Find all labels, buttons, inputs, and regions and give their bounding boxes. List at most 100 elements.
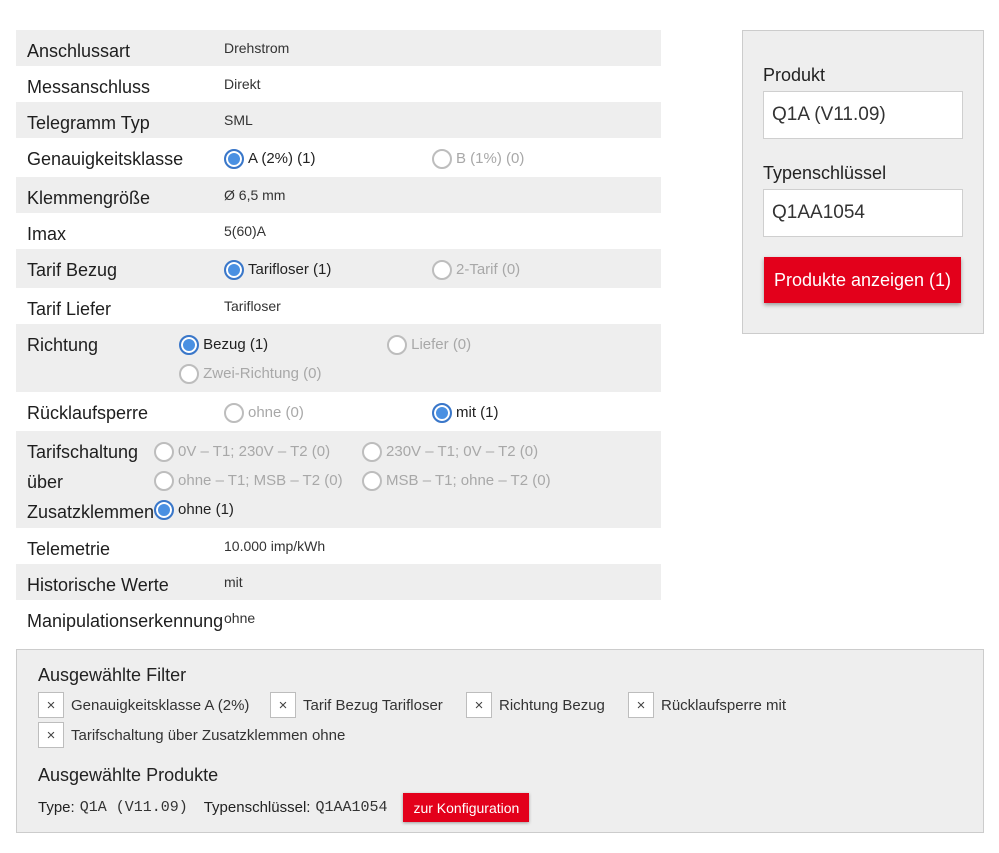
property-value: ohne (224, 610, 256, 626)
radio-checked-icon[interactable] (432, 402, 452, 423)
radio-option-label: Bezug (1) (203, 336, 269, 353)
radio-option-label: A (2%) (1) (248, 150, 316, 167)
close-icon[interactable]: × (38, 692, 64, 718)
radio-option-label: mit (1) (456, 404, 499, 421)
radio-option: 230V – T1; 0V – T2 (0) (362, 437, 570, 466)
radio-checked-icon[interactable] (154, 499, 175, 520)
radio-checked-icon[interactable] (224, 259, 244, 280)
product-summary-panel: Produkt Typenschlüssel Produkte anzeigen… (742, 30, 984, 334)
radio-checked-icon[interactable] (179, 334, 200, 355)
radio-option: Zwei-Richtung (0) (179, 359, 387, 388)
radio-option-label: ohne (1) (178, 501, 234, 518)
filter-chip: × Richtung Bezug (466, 692, 605, 718)
property-label: Tarifschaltung über Zusatzklemmen (27, 442, 155, 522)
property-row: Tarif Liefer Tarifloser (16, 288, 661, 324)
property-row: Tarifschaltung über Zusatzklemmen 0V – T1… (16, 431, 661, 528)
close-icon[interactable]: × (38, 722, 64, 748)
close-icon[interactable]: × (628, 692, 654, 718)
radio-option: B (1%) (0) (432, 144, 640, 173)
property-value: SML (224, 112, 253, 128)
radio-option-label: B (1%) (0) (456, 150, 525, 167)
property-row: Telemetrie 10.000 imp/kWh (16, 528, 661, 564)
property-row: Tarif Bezug Tarifloser (1) 2-Tarif (0) (16, 249, 661, 288)
property-value: Tarifloser (224, 298, 281, 314)
filter-chip-label: Tarifschaltung über Zusatzklemmen ohne (71, 726, 346, 744)
selected-product-row: Type: Q1A (V11.09) Typenschlüssel: Q1AA1… (38, 793, 530, 822)
radio-option-label: MSB – T1; ohne – T2 (0) (386, 472, 551, 489)
filter-chip: × Tarif Bezug Tarifloser (270, 692, 443, 718)
configure-button[interactable]: zur Konfiguration (403, 793, 530, 822)
show-products-button[interactable]: Produkte anzeigen (1) (764, 257, 961, 303)
property-label: Messanschluss (27, 77, 151, 97)
filter-chip: × Tarifschaltung über Zusatzklemmen ohne (38, 722, 345, 748)
filter-chip: × Genauigkeitsklasse A (2%) (38, 692, 249, 718)
property-row: Telegramm Typ SML (16, 102, 661, 138)
radio-unchecked-icon (362, 470, 383, 491)
radio-unchecked-icon (224, 402, 244, 423)
filter-chip-label: Genauigkeitsklasse A (2%) (71, 696, 250, 714)
filter-chip: × Rücklaufsperre mit (628, 692, 786, 718)
property-value: mit (224, 574, 243, 590)
radio-option: ohne (0) (224, 398, 432, 427)
typekey-summary-value: Q1AA1054 (315, 799, 388, 816)
property-label: Klemmengröße (27, 188, 151, 208)
radio-unchecked-icon (432, 148, 452, 169)
selected-filters-panel: Ausgewählte Filter × Genauigkeitsklasse … (16, 649, 984, 833)
radio-unchecked-icon (154, 441, 175, 462)
properties-table: Anschlussart Drehstrom Messanschluss Direkt… (16, 30, 661, 636)
radio-option[interactable]: ohne (1) (154, 495, 362, 524)
property-row: Klemmengröße Ø 6,5 mm (16, 177, 661, 213)
typekey-input[interactable] (763, 189, 963, 237)
property-label: Telegramm Typ (27, 113, 150, 133)
property-row: Rücklaufsperre ohne (0) mit (1) (16, 392, 661, 431)
radio-checked-icon[interactable] (224, 148, 244, 169)
radio-unchecked-icon (432, 259, 452, 280)
property-row: Genauigkeitsklasse A (2%) (1) B (1%) (0) (16, 138, 661, 177)
radio-unchecked-icon (179, 363, 200, 384)
property-options: ohne (0) mit (1) (224, 392, 640, 431)
radio-option: Liefer (0) (387, 330, 595, 359)
property-value: Ø 6,5 mm (224, 187, 286, 203)
property-label: Genauigkeitsklasse (27, 149, 184, 169)
property-label: Richtung (27, 335, 99, 355)
radio-option: ohne – T1; MSB – T2 (0) (154, 466, 362, 495)
filters-title: Ausgewählte Filter (38, 665, 187, 685)
type-value: Q1A (V11.09) (79, 799, 188, 816)
property-value: 5(60)A (224, 223, 267, 239)
property-label: Imax (27, 224, 67, 244)
radio-unchecked-icon (362, 441, 383, 462)
product-input[interactable] (763, 91, 963, 139)
radio-option[interactable]: mit (1) (432, 398, 640, 427)
radio-unchecked-icon (387, 334, 408, 355)
radio-option-label: Zwei-Richtung (0) (203, 365, 322, 382)
property-options: Bezug (1) Liefer (0) Zwei-Richtung (0) (179, 324, 661, 392)
property-label: Anschlussart (27, 41, 131, 61)
property-row: Messanschluss Direkt (16, 66, 661, 102)
property-value: Direkt (224, 76, 261, 92)
filter-chip-label: Rücklaufsperre mit (661, 696, 787, 714)
property-options: 0V – T1; 230V – T2 (0) 230V – T1; 0V – T2… (154, 431, 661, 528)
filter-chip-label: Tarif Bezug Tarifloser (303, 696, 443, 714)
radio-option: 2-Tarif (0) (432, 255, 640, 284)
typekey-label: Typenschlüssel (763, 163, 887, 183)
property-label: Historische Werte (27, 575, 169, 595)
selected-products-title: Ausgewählte Produkte (38, 765, 219, 785)
radio-option-label: 230V – T1; 0V – T2 (0) (386, 443, 539, 460)
close-icon[interactable]: × (466, 692, 492, 718)
property-label: Manipulationserkennung (27, 611, 224, 631)
type-label: Type: (38, 799, 75, 816)
property-label: Telemetrie (27, 539, 111, 559)
close-icon[interactable]: × (270, 692, 296, 718)
property-value: 10.000 imp/kWh (224, 538, 326, 554)
radio-option[interactable]: Tarifloser (1) (224, 255, 432, 284)
radio-option[interactable]: A (2%) (1) (224, 144, 432, 173)
radio-option: 0V – T1; 230V – T2 (0) (154, 437, 362, 466)
product-label: Produkt (763, 65, 826, 85)
property-options: A (2%) (1) B (1%) (0) (224, 138, 640, 177)
radio-unchecked-icon (154, 470, 175, 491)
typekey-summary-label: Typenschlüssel: (203, 799, 311, 816)
property-value: Drehstrom (224, 40, 290, 56)
radio-option[interactable]: Bezug (1) (179, 330, 387, 359)
radio-option-label: ohne – T1; MSB – T2 (0) (178, 472, 343, 489)
property-row: Richtung Bezug (1) Liefer (0) Zwei-Richtung… (16, 324, 661, 392)
